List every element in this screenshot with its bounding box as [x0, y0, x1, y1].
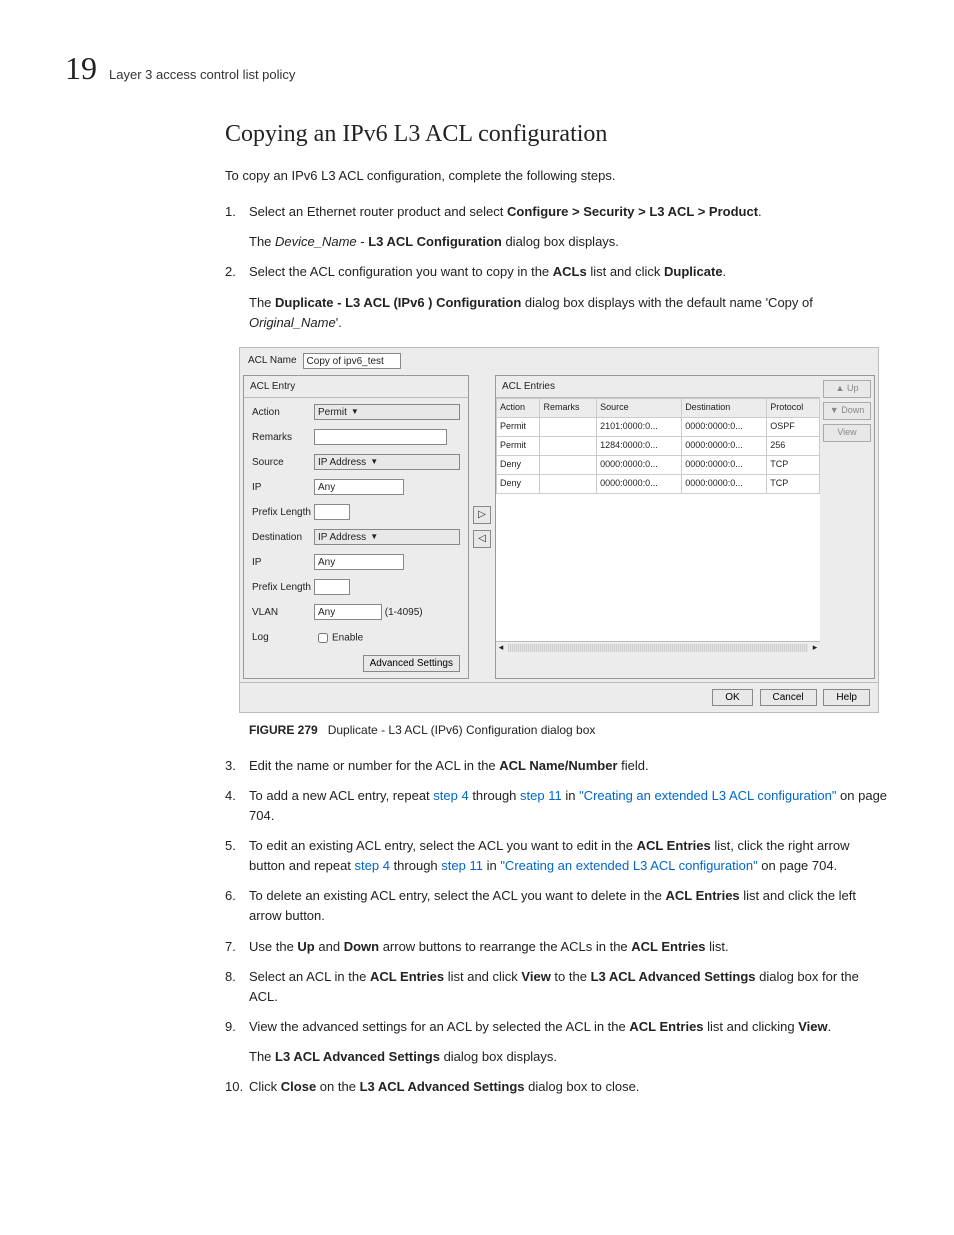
step-7: Use the Up and Down arrow buttons to rea…: [225, 937, 889, 957]
dest-ip-input[interactable]: Any: [314, 554, 404, 570]
advanced-settings-button[interactable]: Advanced Settings: [363, 655, 460, 672]
acl-name-label: ACL Name: [248, 353, 297, 369]
acl-name-input[interactable]: Copy of ipv6_test: [303, 353, 401, 369]
caret-down-icon: ▼: [351, 406, 359, 418]
ok-button[interactable]: OK: [712, 689, 752, 706]
source-prefix-input[interactable]: [314, 504, 350, 520]
step-2: Select the ACL configuration you want to…: [225, 262, 889, 739]
step-4: To add a new ACL entry, repeat step 4 th…: [225, 786, 889, 826]
source-ip-input[interactable]: Any: [314, 479, 404, 495]
action-select[interactable]: Permit▼: [314, 404, 460, 420]
step-6: To delete an existing ACL entry, select …: [225, 886, 889, 926]
page-title: Copying an IPv6 L3 ACL configuration: [225, 121, 889, 148]
triangle-right-icon: ▷: [478, 507, 486, 523]
step-8: Select an ACL in the ACL Entries list an…: [225, 967, 889, 1007]
log-checkbox[interactable]: [318, 633, 328, 643]
step-5: To edit an existing ACL entry, select th…: [225, 836, 889, 876]
acl-entries-panel-title: ACL Entries: [496, 376, 820, 399]
step-3: Edit the name or number for the ACL in t…: [225, 756, 889, 776]
intro-text: To copy an IPv6 L3 ACL configuration, co…: [225, 166, 889, 186]
view-button[interactable]: View: [823, 424, 871, 442]
caret-down-icon: ▼: [370, 531, 378, 543]
help-button[interactable]: Help: [823, 689, 870, 706]
source-select[interactable]: IP Address▼: [314, 454, 460, 470]
triangle-up-icon: ▲: [836, 383, 845, 393]
down-button[interactable]: ▼ Down: [823, 402, 871, 420]
step-9: View the advanced settings for an ACL by…: [225, 1017, 889, 1067]
destination-select[interactable]: IP Address▼: [314, 529, 460, 545]
caret-down-icon: ▼: [370, 456, 378, 468]
acl-entry-panel-title: ACL Entry: [244, 376, 468, 399]
link-creating-extended-l3-acl[interactable]: "Creating an extended L3 ACL configurati…: [579, 788, 836, 803]
figure-caption: FIGURE 279Duplicate - L3 ACL (IPv6) Conf…: [249, 721, 889, 740]
link-step11[interactable]: step 11: [520, 788, 562, 803]
cancel-button[interactable]: Cancel: [760, 689, 817, 706]
chapter-number: 19: [65, 50, 97, 87]
scroll-right-icon[interactable]: ▸: [810, 641, 820, 655]
step-10: Click Close on the L3 ACL Advanced Setti…: [225, 1077, 889, 1097]
dialog-figure: ACL Name Copy of ipv6_test ACL Entry Act…: [239, 347, 879, 713]
table-row[interactable]: Permit2101:0000:0...0000:0000:0...OSPF: [497, 418, 820, 437]
link-step4[interactable]: step 4: [433, 788, 468, 803]
triangle-down-icon: ▼: [830, 405, 839, 415]
move-left-button[interactable]: ◁: [473, 530, 491, 548]
step-1: Select an Ethernet router product and se…: [225, 202, 889, 252]
link-step4[interactable]: step 4: [355, 858, 390, 873]
scroll-left-icon[interactable]: ◂: [496, 641, 506, 655]
vlan-input[interactable]: Any: [314, 604, 382, 620]
remarks-input[interactable]: [314, 429, 447, 445]
table-row[interactable]: Permit1284:0000:0...0000:0000:0...256: [497, 437, 820, 456]
table-row[interactable]: Deny0000:0000:0...0000:0000:0...TCP: [497, 475, 820, 494]
breadcrumb: Layer 3 access control list policy: [109, 67, 295, 82]
triangle-left-icon: ◁: [478, 531, 486, 547]
link-step11[interactable]: step 11: [441, 858, 483, 873]
up-button[interactable]: ▲ Up: [823, 380, 871, 398]
page-header: 19 Layer 3 access control list policy: [65, 50, 889, 87]
move-right-button[interactable]: ▷: [473, 506, 491, 524]
horizontal-scrollbar[interactable]: ◂ ▸: [496, 641, 820, 654]
dest-prefix-input[interactable]: [314, 579, 350, 595]
acl-entries-table[interactable]: Action Remarks Source Destination Protoc…: [496, 398, 820, 494]
link-creating-extended-l3-acl[interactable]: "Creating an extended L3 ACL configurati…: [500, 858, 757, 873]
table-row[interactable]: Deny0000:0000:0...0000:0000:0...TCP: [497, 456, 820, 475]
